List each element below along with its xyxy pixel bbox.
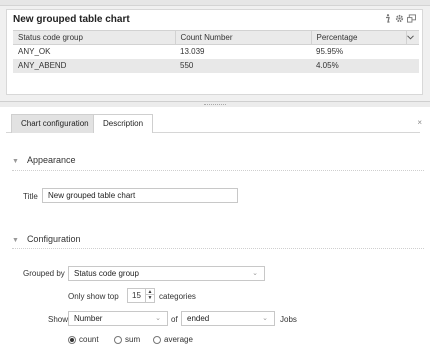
chart-widget: New grouped table chart Status code grou… (6, 9, 423, 95)
window-icon[interactable] (407, 13, 416, 23)
gear-icon[interactable] (395, 13, 404, 23)
only-show-top-label: Only show top (68, 292, 119, 301)
job-state-select[interactable]: ended ⌄ (181, 311, 275, 326)
column-header[interactable]: Percentage (311, 30, 407, 45)
divider (12, 248, 424, 249)
select-value: ended (187, 314, 210, 323)
divider (12, 170, 424, 171)
top-strip (0, 0, 430, 6)
radio-sum[interactable]: sum (114, 335, 140, 344)
collapse-caret-icon: ▼ (12, 237, 19, 244)
radio-label: average (164, 335, 193, 344)
show-metric-select[interactable]: Number ⌄ (68, 311, 168, 326)
grouped-by-select[interactable]: Status code group ⌄ (68, 266, 265, 281)
column-header[interactable]: Count Number (175, 30, 312, 45)
cell-percent: 95.95% (316, 47, 344, 57)
cell-count: 550 (175, 58, 311, 73)
chevron-down-icon: ⌄ (262, 315, 268, 322)
cell-group: ANY_OK (18, 47, 51, 57)
radio-count[interactable]: count (68, 335, 99, 344)
table-row[interactable]: ANY_OK 13.039 95.95% (13, 45, 419, 59)
radio-label: count (79, 335, 99, 344)
widget-title: New grouped table chart (13, 14, 130, 25)
splitter-grip[interactable] (204, 104, 226, 106)
cell-count: 13.039 (180, 47, 205, 57)
grouped-by-label: Grouped by (23, 269, 65, 278)
title-label: Title (23, 192, 38, 201)
cell-percent: 4.05% (311, 58, 406, 73)
select-value: Status code group (74, 269, 139, 278)
widget-toolbar (383, 13, 416, 23)
config-panel: Chart configuration Description × ▼ Appea… (0, 107, 430, 353)
close-icon[interactable]: × (417, 118, 422, 127)
select-value: Number (74, 314, 103, 323)
section-configuration-header[interactable]: ▼ Configuration (12, 234, 424, 244)
radio-button[interactable] (68, 335, 76, 344)
stepper-buttons: ▲ ▼ (145, 289, 154, 302)
column-header[interactable]: Status code group (13, 30, 176, 45)
cell-group: ANY_ABEND (13, 58, 175, 73)
tab-bar: Chart configuration Description (6, 111, 420, 133)
table-header-row: Status code group Count Number Percentag… (13, 30, 419, 45)
info-icon[interactable] (383, 13, 392, 23)
section-appearance-header[interactable]: ▼ Appearance (12, 155, 424, 165)
chevron-down-icon: ⌄ (155, 315, 161, 322)
radio-button[interactable] (153, 335, 161, 344)
tab-description[interactable]: Description (93, 114, 154, 133)
jobs-label: Jobs (280, 315, 297, 324)
radio-label: sum (125, 335, 141, 344)
table-row[interactable]: ANY_ABEND 550 4.05% (13, 58, 419, 73)
categories-label: categories (159, 292, 196, 301)
tab-chart-configuration[interactable]: Chart configuration (11, 114, 99, 133)
chevron-down-icon (406, 35, 414, 40)
column-menu-button[interactable] (406, 30, 419, 45)
grouped-table: Status code group Count Number Percentag… (13, 30, 419, 73)
top-n-stepper[interactable]: 15 ▲ ▼ (127, 288, 155, 303)
collapse-caret-icon: ▼ (12, 158, 19, 165)
radio-average[interactable]: average (153, 335, 193, 344)
show-label: Show (48, 315, 69, 324)
radio-button[interactable] (114, 335, 122, 344)
chevron-down-icon: ⌄ (252, 270, 258, 277)
of-label: of (171, 315, 178, 324)
section-title: Configuration (26, 234, 81, 244)
section-title: Appearance (26, 155, 76, 165)
stepper-value: 15 (132, 291, 141, 300)
title-input[interactable]: New grouped table chart (42, 188, 238, 203)
decrement-button[interactable]: ▼ (146, 295, 154, 301)
